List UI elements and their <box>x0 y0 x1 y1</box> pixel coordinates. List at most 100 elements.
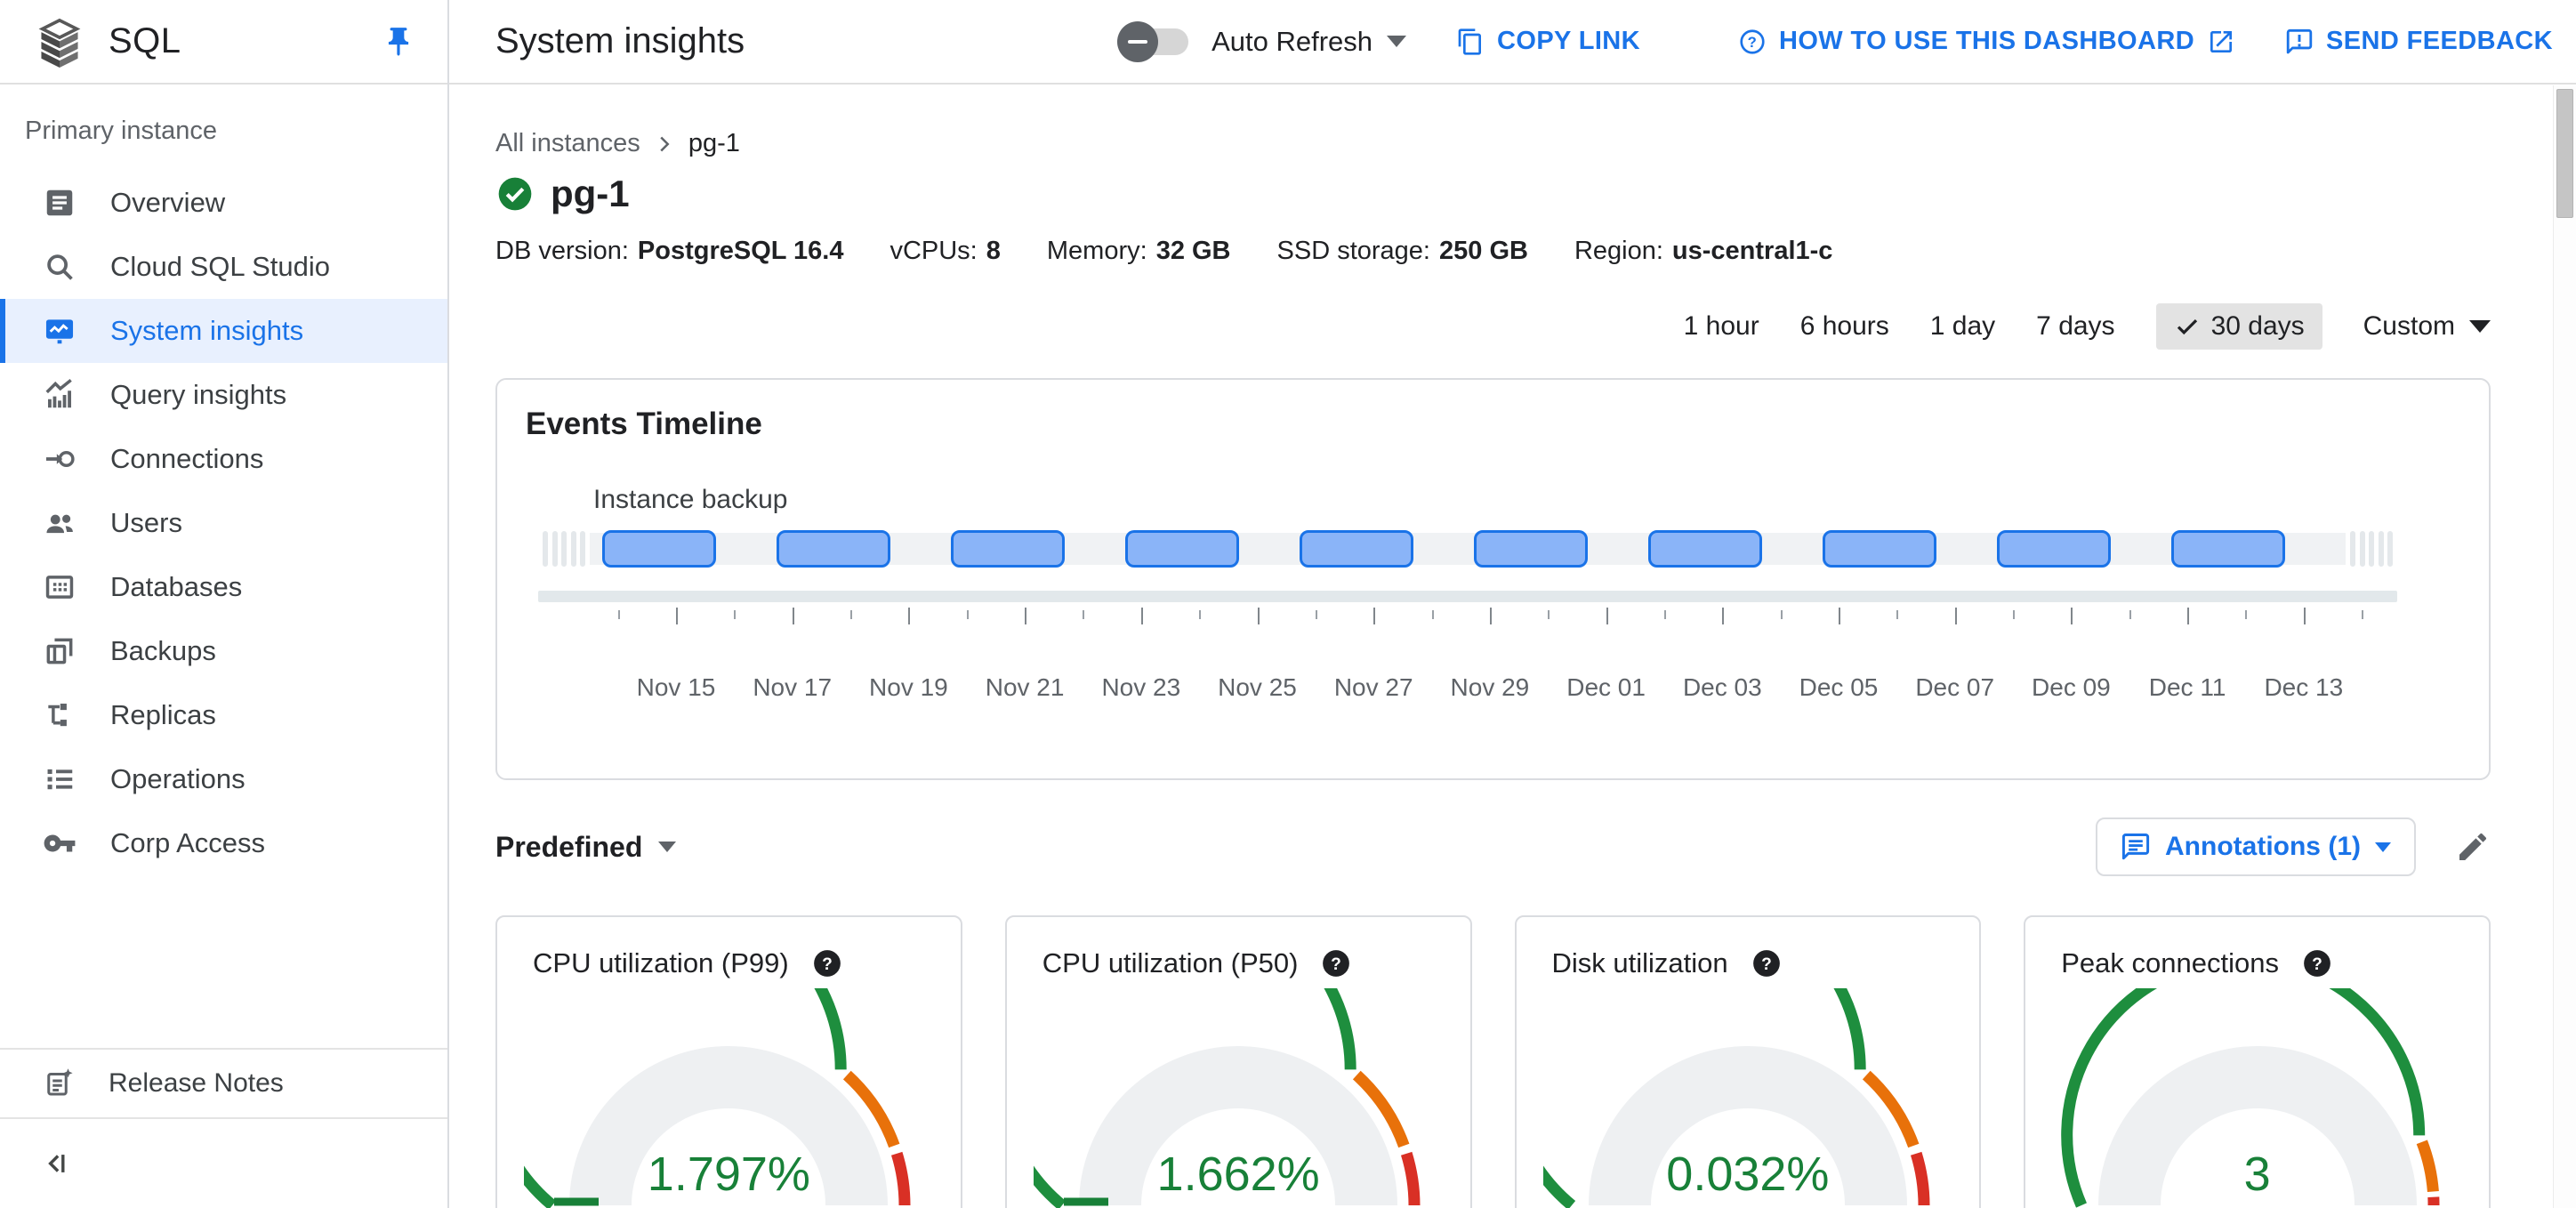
sidebar-item-label: Query insights <box>110 379 287 410</box>
sidebar-item-users[interactable]: Users <box>0 491 447 555</box>
backup-event-bar[interactable] <box>1823 530 1936 568</box>
topbar: System insights Auto Refresh COPY LINK ?… <box>449 0 2576 85</box>
backup-event-bar[interactable] <box>1648 530 1762 568</box>
chevron-down-icon <box>658 842 677 852</box>
time-range-1-hour[interactable]: 1 hour <box>1684 311 1759 342</box>
time-range-selected-label: 30 days <box>2210 311 2305 341</box>
backup-event-bar[interactable] <box>1474 530 1588 568</box>
breadcrumb-all-instances[interactable]: All instances <box>495 129 640 158</box>
sidebar-item-connections[interactable]: Connections <box>0 427 447 491</box>
timeline-series-label: Instance backup <box>593 485 788 514</box>
edit-pencil-icon[interactable] <box>2455 829 2491 865</box>
sidebar-item-query-insights[interactable]: Query insights <box>0 363 447 427</box>
meta-value: 250 GB <box>1439 237 1528 265</box>
sidebar-item-label: Overview <box>110 187 226 218</box>
sidebar-item-system-insights[interactable]: System insights <box>0 299 447 363</box>
breadcrumb: All instances pg-1 <box>495 129 2491 158</box>
meta-label: SSD storage: <box>1276 237 1430 265</box>
gauge-card-cpu-p99: CPU utilization (P99) ? 1.797% <box>495 915 962 1208</box>
gauge-card-peak-connections: Peak connections ? 3 <box>2024 915 2491 1208</box>
sidebar: SQL Primary instance Overview Cloud SQL … <box>0 0 449 1208</box>
sidebar-item-corp-access[interactable]: Corp Access <box>0 811 447 875</box>
sidebar-item-label: Databases <box>110 571 243 602</box>
status-healthy-icon <box>498 177 532 211</box>
time-range-1-day[interactable]: 1 day <box>1930 311 1995 342</box>
scrollbar-thumb[interactable] <box>2556 89 2573 218</box>
axis-label: Dec 11 <box>2148 673 2226 701</box>
sidebar-header: SQL <box>0 0 447 85</box>
sidebar-footer: Release Notes <box>0 1048 447 1208</box>
axis-label: Dec 07 <box>1915 673 1995 701</box>
svg-text:?: ? <box>822 955 833 974</box>
query-insights-icon <box>45 379 72 408</box>
sidebar-item-databases[interactable]: Databases <box>0 555 447 619</box>
axis-label: Dec 05 <box>1799 673 1879 701</box>
main-area: System insights Auto Refresh COPY LINK ?… <box>449 0 2576 1208</box>
help-icon[interactable]: ? <box>2302 948 2332 978</box>
sidebar-item-replicas[interactable]: Replicas <box>0 683 447 747</box>
backup-event-bar[interactable] <box>2171 530 2285 568</box>
events-timeline-card: Events Timeline Instance backup Nov 15 No… <box>495 378 2491 780</box>
sidebar-item-operations[interactable]: Operations <box>0 747 447 811</box>
axis-label: Dec 09 <box>2032 673 2111 701</box>
sidebar-item-label: Corp Access <box>110 827 266 858</box>
meta-vcpus: vCPUs: 8 <box>890 237 1000 266</box>
sidebar-section-label: Primary instance <box>25 117 217 145</box>
help-icon[interactable]: ? <box>812 948 842 978</box>
check-icon <box>2177 318 2197 335</box>
backup-event-bar[interactable] <box>1125 530 1239 568</box>
auto-refresh-toggle[interactable] <box>1117 20 1192 62</box>
timeline-range-bar[interactable] <box>538 591 2397 602</box>
help-icon[interactable]: ? <box>1751 948 1782 978</box>
collapse-sidebar-icon[interactable] <box>41 1148 71 1179</box>
scrollbar-track[interactable] <box>2553 85 2576 1208</box>
meta-memory: Memory: 32 GB <box>1047 237 1231 266</box>
sidebar-item-label: Cloud SQL Studio <box>110 251 331 282</box>
sidebar-item-backups[interactable]: Backups <box>0 619 447 683</box>
gauge-wrap: 3 <box>2025 988 2489 1208</box>
replicas-icon <box>48 704 67 727</box>
timeline-hatch-left <box>538 531 590 567</box>
sidebar-collapse-row <box>0 1119 447 1208</box>
how-to-use-dashboard-link[interactable]: ? HOW TO USE THIS DASHBOARD <box>1738 27 2235 56</box>
time-range-30-days-selected[interactable]: 30 days <box>2155 303 2322 350</box>
backup-event-bar[interactable] <box>1997 530 2111 568</box>
sidebar-item-label: System insights <box>110 315 304 346</box>
sidebar-item-label: Operations <box>110 763 246 794</box>
gauge-wrap: 0.032% <box>1517 988 1980 1208</box>
minus-icon <box>1128 39 1148 44</box>
sidebar-item-overview[interactable]: Overview <box>0 171 447 235</box>
annotations-button[interactable]: Annotations (1) <box>2096 817 2416 876</box>
backup-event-bar[interactable] <box>777 530 890 568</box>
predefined-dropdown[interactable]: Predefined <box>495 831 677 864</box>
send-feedback-button[interactable]: SEND FEEDBACK <box>2285 27 2553 56</box>
gauge-head: Peak connections ? <box>2025 917 2489 979</box>
pushpin-icon[interactable] <box>382 25 415 59</box>
axis-label: Nov 29 <box>1450 673 1530 701</box>
gauge-title: Disk utilization <box>1551 947 1728 978</box>
time-range-7-days[interactable]: 7 days <box>2036 311 2114 342</box>
sidebar-item-label: Connections <box>110 443 264 474</box>
chevron-down-icon[interactable] <box>1387 36 1407 47</box>
copy-link-button[interactable]: COPY LINK <box>1456 27 1640 56</box>
metrics-toolbar: Predefined Annotations (1) <box>495 817 2491 876</box>
svg-text:?: ? <box>1761 955 1772 974</box>
instance-meta-row: DB version: PostgreSQL 16.4 vCPUs: 8 Memor… <box>495 237 2491 266</box>
time-range-6-hours[interactable]: 6 hours <box>1800 311 1889 342</box>
axis-label: Nov 23 <box>1101 673 1181 701</box>
axis-label: Nov 27 <box>1333 673 1413 701</box>
sidebar-item-release-notes[interactable]: Release Notes <box>0 1050 447 1117</box>
help-icon[interactable]: ? <box>1321 948 1351 978</box>
backup-event-bar[interactable] <box>1300 530 1413 568</box>
overview-icon <box>46 189 73 216</box>
product-name: SQL <box>109 21 181 60</box>
app-window: SQL Primary instance Overview Cloud SQL … <box>0 0 2576 1208</box>
sidebar-item-cloud-sql-studio[interactable]: Cloud SQL Studio <box>0 235 447 299</box>
copy-icon <box>1458 28 1482 55</box>
backup-event-bar[interactable] <box>602 530 716 568</box>
axis-label: Nov 19 <box>869 673 948 701</box>
gauge-head: Disk utilization ? <box>1517 917 1980 979</box>
backup-event-bar[interactable] <box>951 530 1065 568</box>
time-range-custom[interactable]: Custom <box>2363 311 2491 342</box>
databases-icon <box>45 576 74 599</box>
